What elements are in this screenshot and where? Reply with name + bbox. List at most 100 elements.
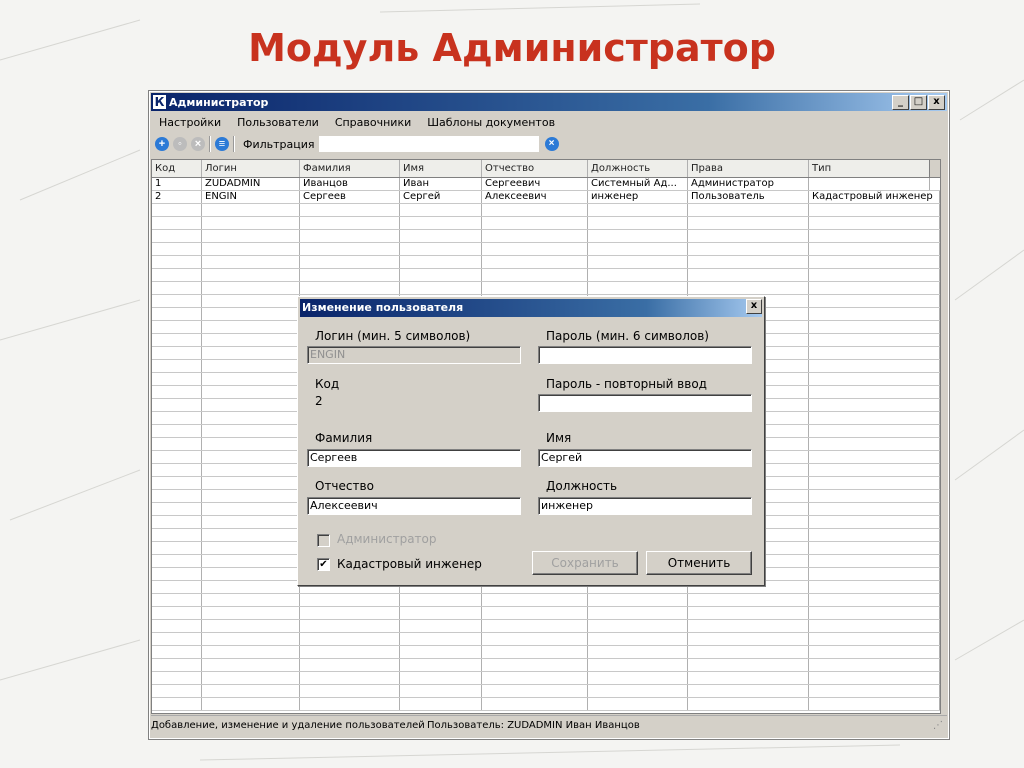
cell-lastname: Сергеев (300, 191, 400, 203)
toolbar-separator (209, 136, 211, 152)
close-button[interactable]: x (928, 95, 945, 110)
empty-cell (400, 607, 482, 619)
col-header-rights[interactable]: Права (688, 160, 809, 177)
filter-input[interactable] (318, 136, 539, 152)
empty-cell (482, 594, 588, 606)
empty-cell (202, 204, 300, 216)
col-header-type[interactable]: Тип (809, 160, 930, 177)
col-header-login[interactable]: Логин (202, 160, 300, 177)
empty-cell (688, 646, 809, 658)
menu-users[interactable]: Пользователи (229, 116, 327, 129)
empty-cell (588, 243, 688, 255)
cell-firstname: Иван (400, 178, 482, 190)
empty-cell (300, 620, 400, 632)
status-hint: Добавление, изменение и удаление пользов… (151, 720, 425, 731)
clear-filter-icon[interactable]: × (544, 137, 559, 151)
menu-directories[interactable]: Справочники (327, 116, 419, 129)
resize-grip-icon[interactable]: ⋰ (933, 716, 943, 736)
empty-cell (482, 217, 588, 229)
table-row[interactable]: 2 ENGIN Сергеев Сергей Алексеевич инжене… (152, 191, 940, 204)
empty-cell (400, 243, 482, 255)
empty-cell (482, 607, 588, 619)
empty-row (152, 646, 940, 659)
empty-cell (400, 633, 482, 645)
dialog-close-button[interactable]: x (746, 299, 762, 314)
maximize-button[interactable]: □ (910, 95, 927, 110)
empty-cell (152, 503, 202, 515)
empty-cell (152, 464, 202, 476)
col-header-patronymic[interactable]: Отчество (482, 160, 588, 177)
empty-cell (202, 386, 300, 398)
empty-cell (809, 347, 940, 359)
login-field: ENGIN (307, 346, 521, 364)
empty-cell (202, 217, 300, 229)
empty-cell (300, 633, 400, 645)
cell-login: ZUDADMIN (202, 178, 300, 190)
password-field[interactable] (538, 346, 752, 364)
empty-cell (152, 399, 202, 411)
admin-checkbox-label: Администратор (337, 532, 437, 546)
empty-cell (300, 282, 400, 294)
empty-cell (809, 633, 940, 645)
empty-cell (202, 646, 300, 658)
table-row[interactable]: 1 ZUDADMIN Иванцов Иван Сергеевич Систем… (152, 178, 940, 191)
lastname-field[interactable]: Сергеев (307, 449, 521, 467)
empty-cell (688, 243, 809, 255)
col-header-firstname[interactable]: Имя (400, 160, 482, 177)
cancel-button[interactable]: Отменить (646, 551, 752, 575)
empty-row (152, 256, 940, 269)
empty-cell (400, 594, 482, 606)
password-repeat-field[interactable] (538, 394, 752, 412)
empty-cell (809, 399, 940, 411)
empty-cell (152, 477, 202, 489)
empty-cell (809, 594, 940, 606)
empty-cell (809, 217, 940, 229)
empty-cell (400, 230, 482, 242)
empty-cell (152, 243, 202, 255)
empty-cell (588, 659, 688, 671)
patronymic-field[interactable]: Алексеевич (307, 497, 521, 515)
empty-cell (152, 529, 202, 541)
empty-cell (688, 685, 809, 697)
empty-cell (300, 607, 400, 619)
delete-icon[interactable]: × (191, 137, 205, 151)
minimize-button[interactable]: _ (892, 95, 909, 110)
empty-cell (588, 594, 688, 606)
empty-cell (152, 555, 202, 567)
cadastral-checkbox[interactable]: ✔ (317, 558, 330, 571)
dialog-titlebar[interactable]: Изменение пользователя (300, 299, 762, 317)
empty-row (152, 269, 940, 282)
window-titlebar[interactable]: К Администратор _ □ x (151, 93, 947, 111)
empty-cell (202, 373, 300, 385)
firstname-field[interactable]: Сергей (538, 449, 752, 467)
empty-cell (300, 269, 400, 281)
empty-cell (482, 256, 588, 268)
lastname-label: Фамилия (315, 431, 373, 445)
empty-cell (202, 347, 300, 359)
empty-cell (688, 620, 809, 632)
empty-cell (588, 256, 688, 268)
menu-settings[interactable]: Настройки (151, 116, 229, 129)
empty-row (152, 672, 940, 685)
empty-row (152, 217, 940, 230)
empty-cell (588, 607, 688, 619)
empty-cell (400, 685, 482, 697)
add-icon[interactable]: + (155, 137, 169, 151)
col-header-position[interactable]: Должность (588, 160, 688, 177)
empty-cell (202, 685, 300, 697)
empty-cell (809, 607, 940, 619)
menu-doc-templates[interactable]: Шаблоны документов (419, 116, 563, 129)
empty-cell (482, 230, 588, 242)
empty-cell (688, 230, 809, 242)
cell-patronymic: Сергеевич (482, 178, 588, 190)
edit-icon[interactable]: ◦ (173, 137, 187, 151)
col-header-code[interactable]: Код (152, 160, 202, 177)
empty-cell (688, 672, 809, 684)
col-header-lastname[interactable]: Фамилия (300, 160, 400, 177)
filter-icon[interactable]: ≡ (215, 137, 229, 151)
empty-cell (809, 204, 940, 216)
empty-row (152, 607, 940, 620)
position-field[interactable]: инженер (538, 497, 752, 515)
cell-position: Системный Ад... (588, 178, 688, 190)
empty-cell (152, 685, 202, 697)
